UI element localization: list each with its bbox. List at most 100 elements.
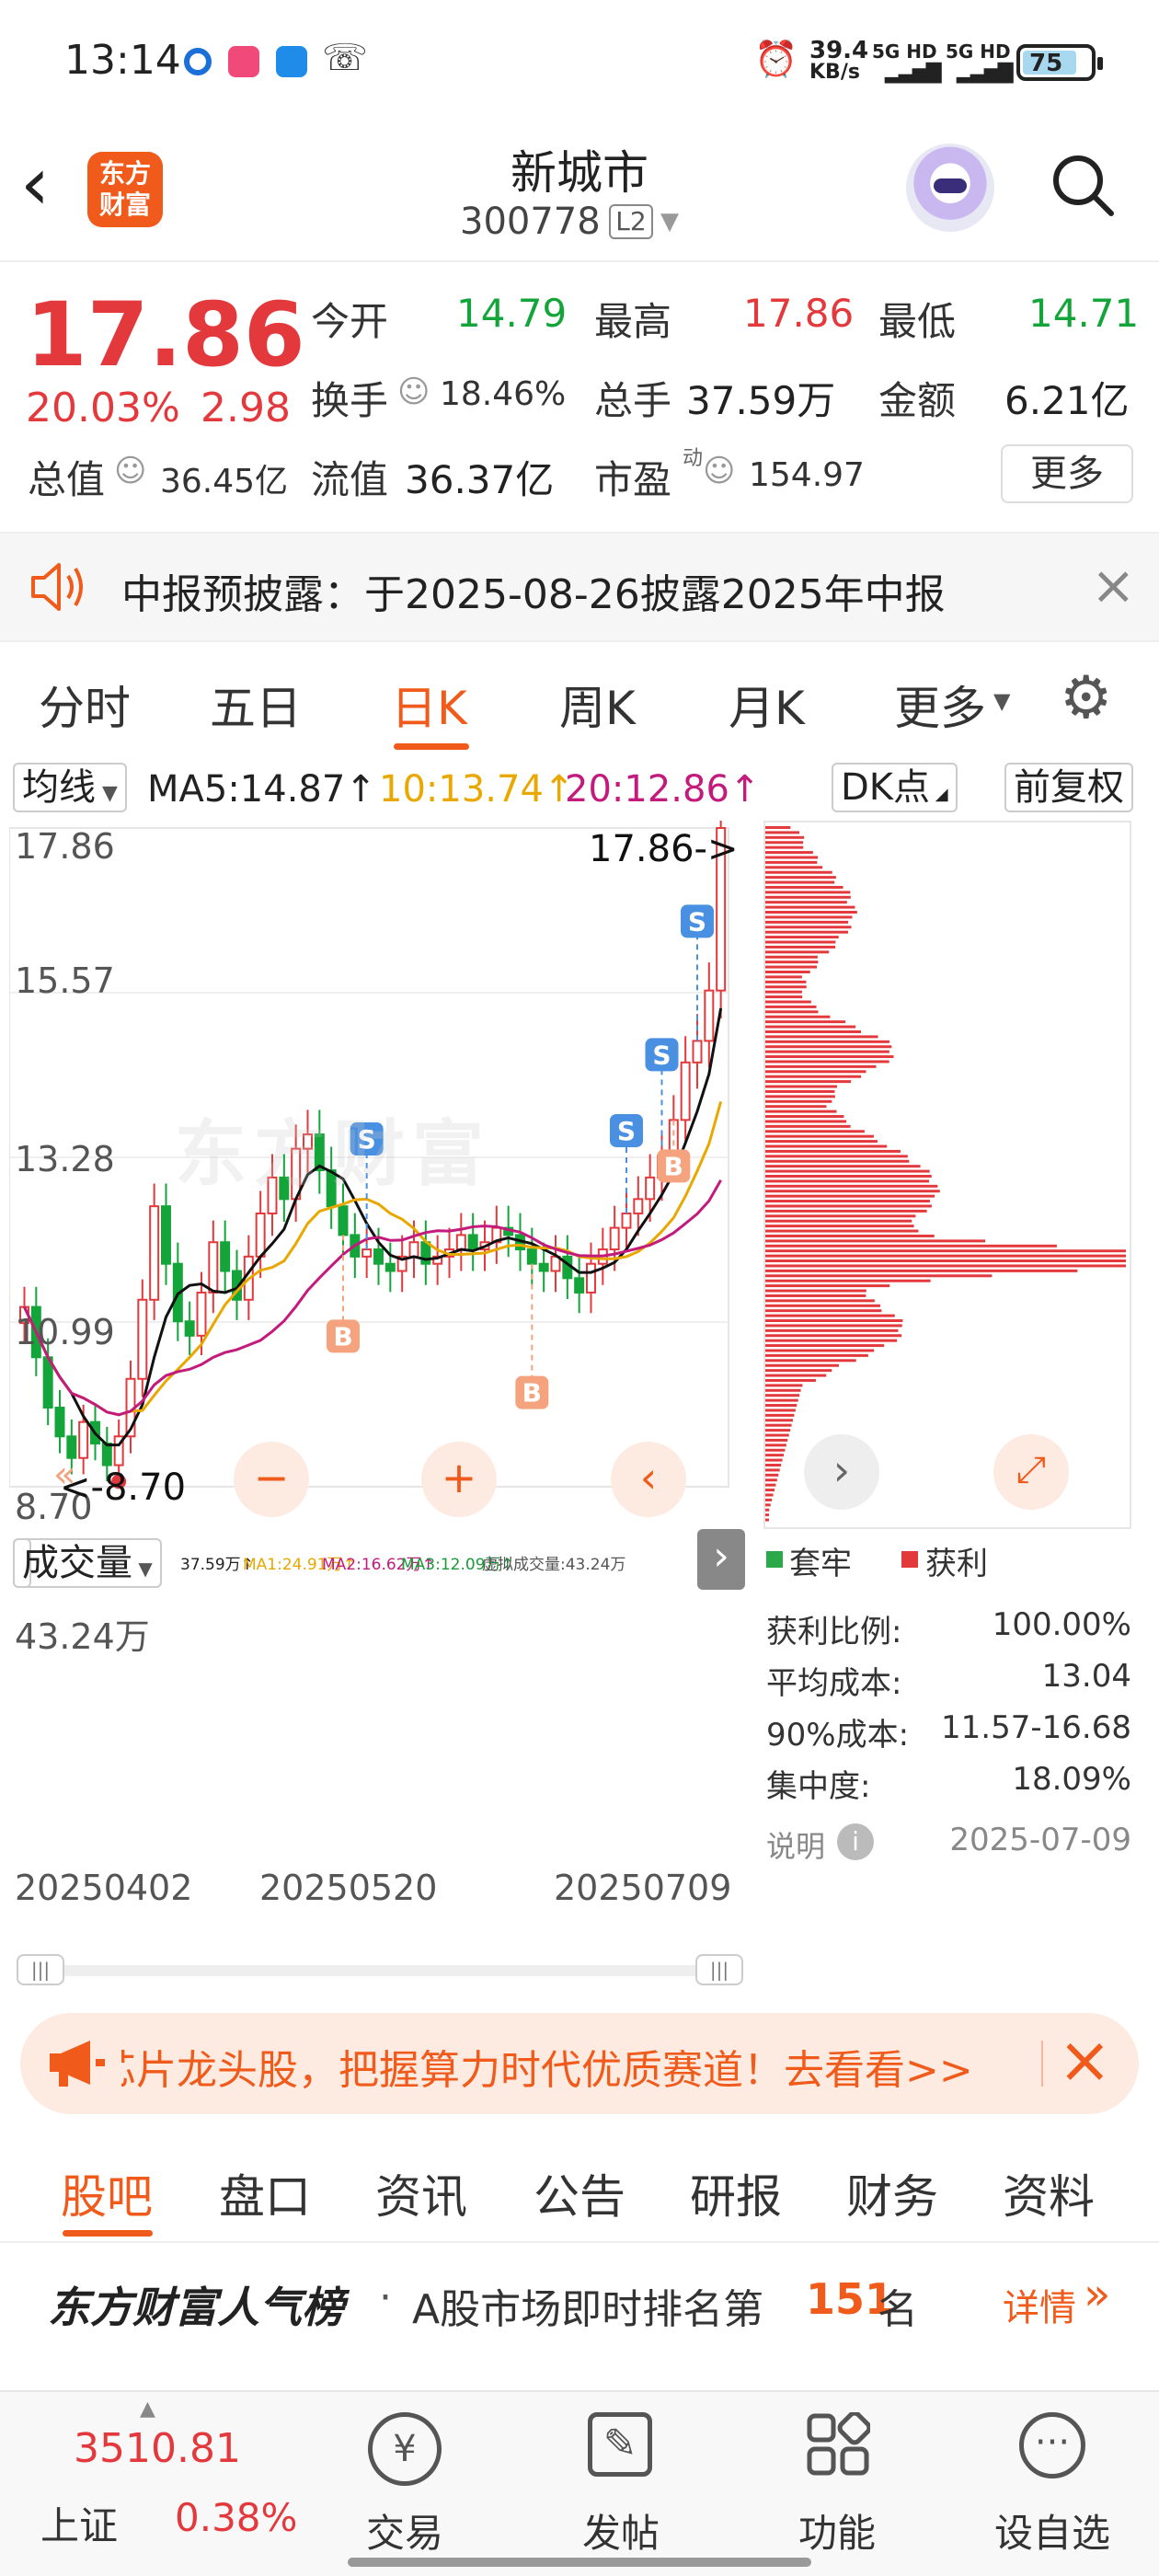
tab-profile[interactable]: 资料 (1003, 2160, 1095, 2226)
stock-name: 新城市 (511, 146, 648, 200)
candle-body (208, 1241, 219, 1294)
search-icon[interactable] (1050, 153, 1115, 217)
chip-distribution[interactable]: › ⤢ (763, 821, 1131, 1529)
zoom-out-button[interactable]: − (234, 1442, 309, 1517)
chip-bar (765, 990, 802, 994)
high-marker: 17.86-> (589, 828, 739, 870)
chip-bar (765, 841, 804, 845)
tab-news[interactable]: 资讯 (375, 2160, 467, 2226)
chip-date: 2025-07-09 (949, 1822, 1131, 1858)
chip-bar (765, 1478, 777, 1482)
buy-signal: B (522, 1378, 542, 1409)
chip-bar (765, 1184, 938, 1188)
price-change: 2.98 (201, 385, 291, 431)
double-left-icon[interactable]: « (53, 1454, 75, 1496)
chip-bar (765, 1010, 819, 1014)
tab-intraday[interactable]: 分时 (39, 672, 131, 738)
tab-more[interactable]: 更多 (894, 672, 986, 738)
trade-icon: ¥ (368, 2412, 442, 2486)
ma-selector[interactable]: 均线 ▼ (13, 763, 127, 812)
chip-bar (765, 1384, 803, 1387)
chip-bar (765, 1378, 816, 1382)
expand-icon[interactable]: ⤢ (993, 1434, 1069, 1510)
vol-virtual: 虚拟成交量:43.24万 (482, 1556, 626, 1574)
tab-order-book[interactable]: 盘口 (219, 2160, 311, 2226)
notice-text[interactable]: 中报预披露：于2025-08-26披露2025年中报 (121, 561, 946, 620)
info-circle-icon[interactable]: ☺ (703, 453, 735, 489)
chip-svg (765, 826, 1126, 1522)
chip-bar (765, 1518, 769, 1522)
candle-body (692, 1040, 703, 1064)
pe-superscript: 动 (683, 447, 704, 470)
robot-assistant-icon[interactable] (906, 144, 994, 232)
scroll-handle-left[interactable]: ||| (17, 1954, 64, 1985)
close-icon[interactable]: × (1058, 2022, 1112, 2098)
tab-monthly-k[interactable]: 月K (729, 672, 805, 738)
popularity-row[interactable]: 东方财富人气榜 · A股市场即时排名第 151 名 详情 » (0, 2245, 1159, 2355)
legend-trapped: 套牢 (789, 1546, 852, 1582)
chevron-down-icon[interactable]: ▼ (660, 208, 679, 236)
chip-profit-ratio-label: 获利比例: (766, 1614, 902, 1650)
high-value: 17.86 (743, 291, 855, 336)
open-value: 14.79 (456, 291, 568, 336)
scroll-handle-right[interactable]: ||| (695, 1954, 743, 1985)
mktcap-value: 36.45亿 (160, 463, 289, 500)
double-chevron-right-icon[interactable]: » (1084, 2269, 1110, 2320)
tab-research[interactable]: 研报 (690, 2160, 782, 2226)
nav-post[interactable]: ✎ 发帖 (547, 2392, 694, 2576)
dk-point-button[interactable]: DK点 ◢ (832, 763, 958, 812)
candle-body (455, 1234, 466, 1251)
chip-bar (765, 1194, 935, 1198)
chip-bar (765, 1269, 1078, 1272)
nav-trade[interactable]: ¥ 交易 (331, 2392, 478, 2576)
gear-icon[interactable]: ⚙ (1060, 664, 1112, 732)
chip-bar (765, 1498, 773, 1501)
tab-announcements[interactable]: 公告 (534, 2160, 625, 2226)
chip-bar (765, 1064, 877, 1068)
nav-add-watchlist[interactable]: ··· 设自选 (979, 2392, 1126, 2576)
banner-text[interactable]: 芯片龙头股，把握算力时代优质赛道！去看看>> (121, 2037, 973, 2096)
level2-badge[interactable]: L2 (609, 204, 653, 239)
adjust-button[interactable]: 前复权 (1004, 763, 1133, 812)
tab-five-day[interactable]: 五日 (210, 672, 302, 738)
kline-chart[interactable]: SSSSBBB 17.86 15.57 13.28 10.99 8.70 17.… (8, 796, 745, 1908)
chip-bar (765, 1134, 874, 1138)
chart-range-scrollbar[interactable]: ||| ||| (17, 1954, 743, 1985)
tab-forum[interactable]: 股吧 (61, 2160, 153, 2226)
chip-next-button[interactable]: › (804, 1434, 879, 1510)
zoom-in-button[interactable]: + (421, 1442, 497, 1517)
info-icon[interactable]: i (837, 1823, 874, 1860)
chip-bar (765, 826, 791, 829)
chip-bar (765, 1175, 932, 1178)
tab-financials[interactable]: 财务 (846, 2160, 938, 2226)
promo-banner[interactable]: 芯片龙头股，把握算力时代优质赛道！去看看>> × (20, 2013, 1139, 2114)
info-circle-icon[interactable]: ☺ (114, 453, 146, 489)
tab-daily-k[interactable]: 日K (391, 672, 467, 738)
index-quote[interactable]: ▲ 3510.81 上证 0.38% (0, 2392, 304, 2576)
nav-functions[interactable]: 功能 (763, 2392, 911, 2576)
tab-weekly-k[interactable]: 周K (559, 672, 636, 738)
back-icon[interactable]: ‹ (20, 147, 50, 221)
chip-bar (765, 1279, 931, 1282)
scroll-left-button[interactable]: ‹ (611, 1442, 686, 1517)
notice-bar[interactable]: 中报预披露：于2025-08-26披露2025年中报 × (0, 532, 1159, 642)
chip-bar (765, 1085, 837, 1088)
chip-bar (765, 1099, 832, 1103)
detail-link[interactable]: 详情 (1003, 2278, 1076, 2331)
expand-panel-button[interactable]: › (697, 1529, 745, 1590)
caret-down-icon[interactable]: ▼ (993, 688, 1010, 714)
chip-bar (765, 1473, 779, 1477)
info-circle-icon[interactable]: ☺ (397, 374, 430, 410)
volume-indicator-button[interactable]: 成交量 ▼ (13, 1538, 162, 1588)
more-button[interactable]: 更多 (1001, 444, 1133, 503)
amount-value: 6.21亿 (1004, 378, 1130, 423)
close-icon[interactable]: × (1091, 554, 1136, 616)
candle-body (101, 1443, 112, 1466)
chip-bar (765, 1433, 789, 1437)
chip-bar (765, 1165, 921, 1168)
app-notification-icon (184, 48, 212, 75)
brand-logo[interactable]: 东方 财富 (87, 152, 163, 227)
chip-bar (765, 1239, 986, 1243)
candle-body (255, 1212, 266, 1258)
chip-note-label[interactable]: 说明 (766, 1823, 825, 1866)
